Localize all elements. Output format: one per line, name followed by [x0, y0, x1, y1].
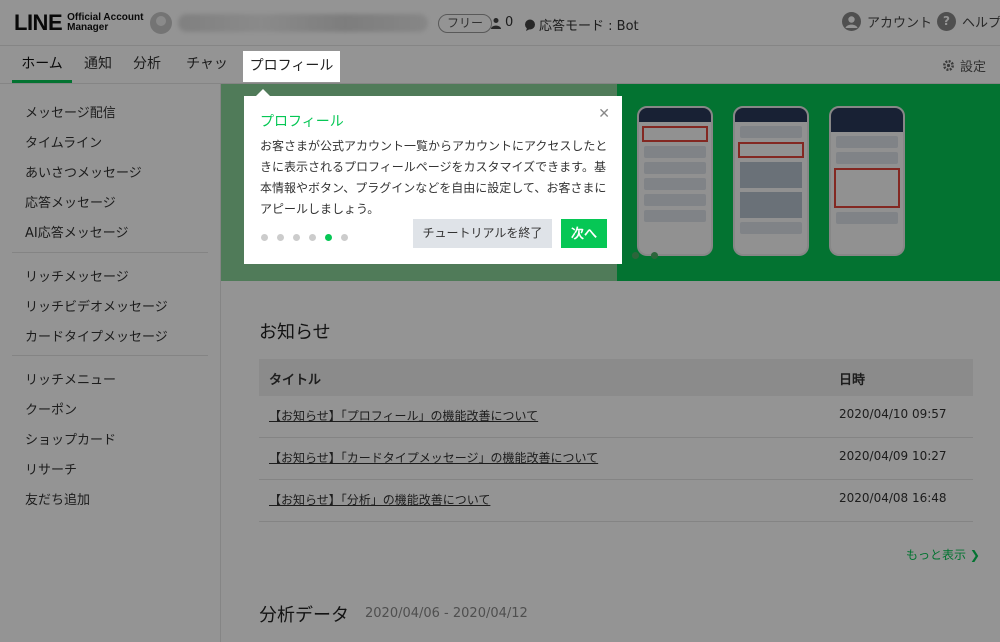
step-dot [341, 234, 348, 241]
step-dot [293, 234, 300, 241]
close-icon[interactable]: ✕ [598, 106, 610, 122]
tutorial-step-indicator [261, 234, 348, 241]
step-dot-active [325, 234, 332, 241]
step-dot [261, 234, 268, 241]
tutorial-title: プロフィール [260, 114, 344, 130]
end-tutorial-button[interactable]: チュートリアルを終了 [413, 219, 552, 248]
tutorial-popup: プロフィール ✕ お客さまが公式アカウント一覧からアカウントにアクセスしたときに… [244, 89, 622, 264]
step-dot [277, 234, 284, 241]
tutorial-body: お客さまが公式アカウント一覧からアカウントにアクセスしたときに表示されるプロフィ… [260, 139, 608, 216]
tab-profile[interactable]: プロフィール [243, 51, 340, 82]
next-button[interactable]: 次へ [561, 219, 607, 248]
step-dot [309, 234, 316, 241]
